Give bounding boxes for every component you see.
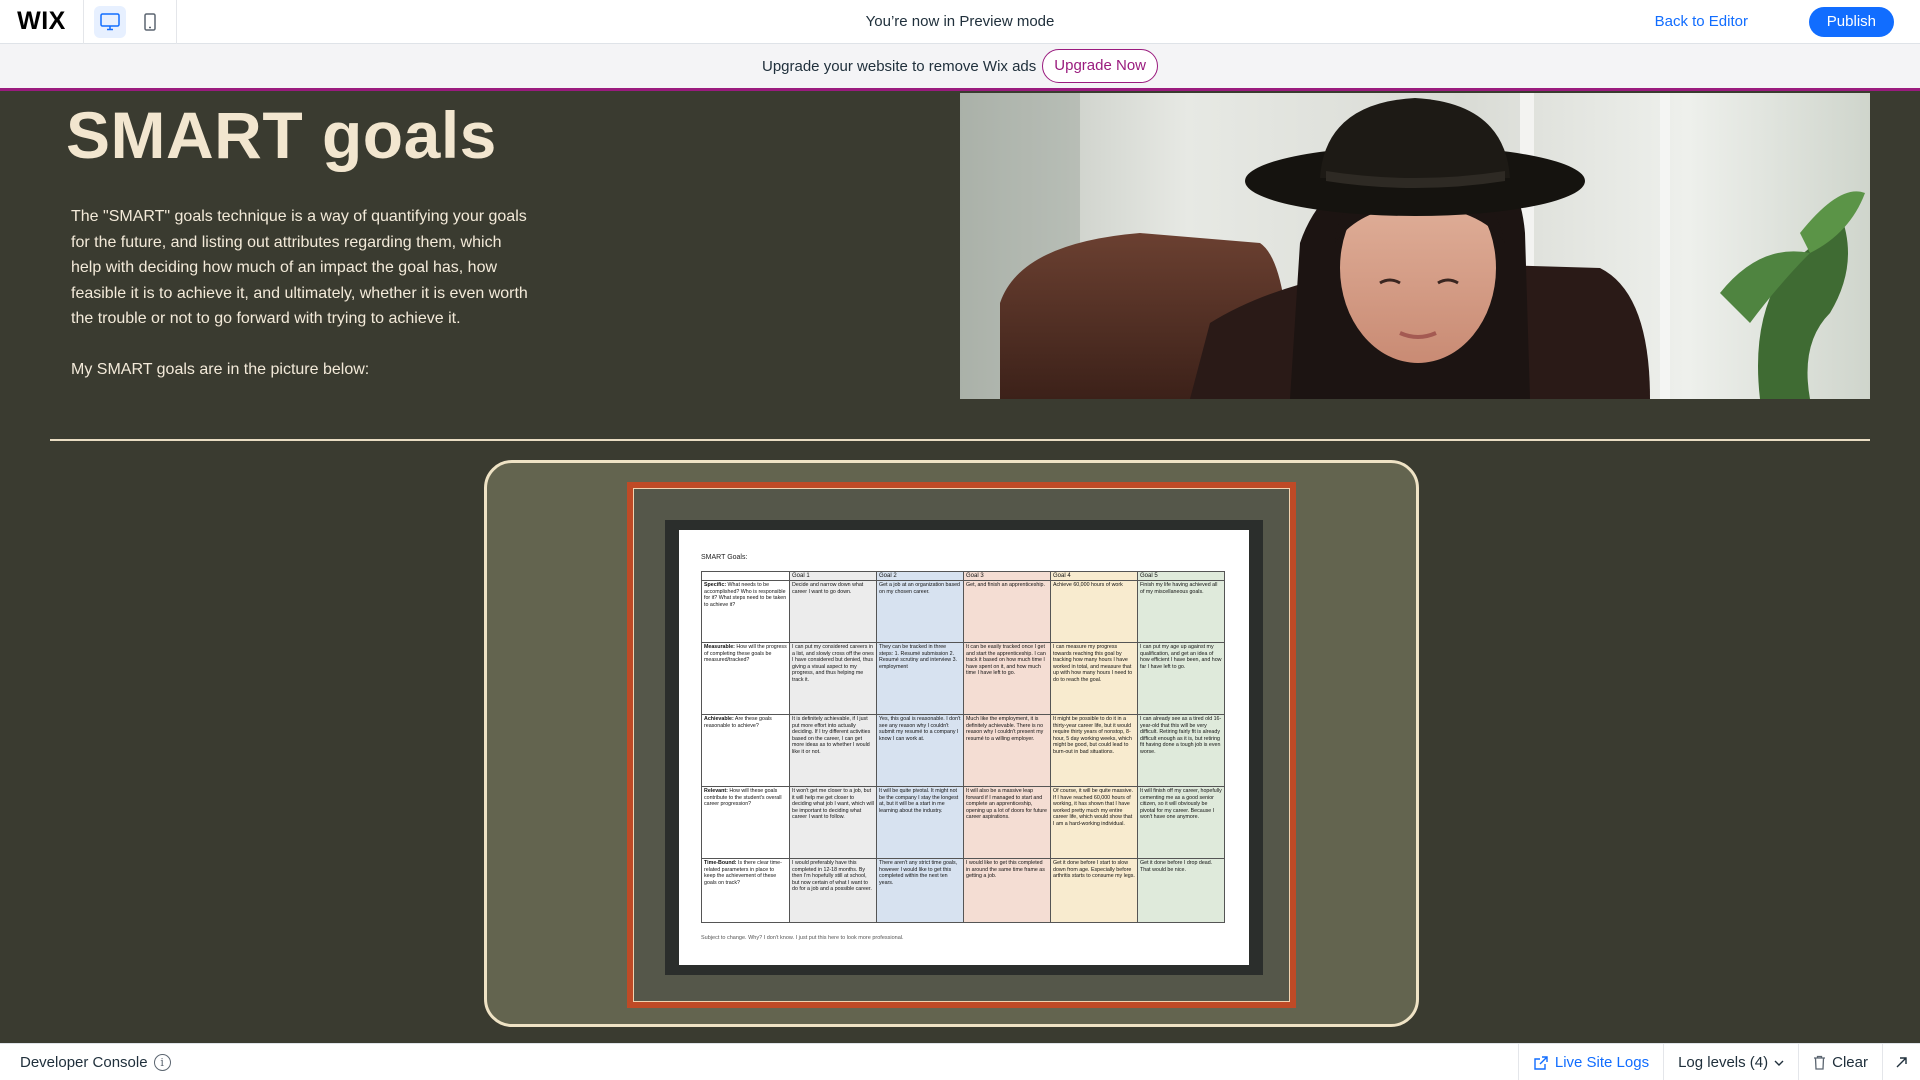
table-cell: Get it done before I drop dead. That wou… bbox=[1137, 858, 1225, 923]
table-cell: Finish my life having achieved all of my… bbox=[1137, 580, 1225, 643]
table-cell: They can be tracked in three steps: 1. R… bbox=[876, 642, 964, 715]
row-header-cell: Relevant: How will these goals contribut… bbox=[701, 786, 790, 859]
table-row: Measurable: How will the progress of com… bbox=[701, 642, 1225, 715]
table-header-cell: Goal 3 bbox=[963, 571, 1051, 581]
table-cell: Get it done before I start to slow down … bbox=[1050, 858, 1138, 923]
intro-paragraph: The "SMART" goals technique is a way of … bbox=[71, 208, 528, 328]
console-controls: Live Site Logs Log levels (4) Clear bbox=[1517, 1044, 1920, 1080]
table-cell: There aren't any strict time goals, howe… bbox=[876, 858, 964, 923]
table-cell: Achieve 60,000 hours of work bbox=[1050, 580, 1138, 643]
live-site-logs-button[interactable]: Live Site Logs bbox=[1517, 1044, 1663, 1080]
table-row: Specific: What needs to be accomplished?… bbox=[701, 580, 1225, 643]
back-to-editor-link[interactable]: Back to Editor bbox=[1655, 0, 1748, 44]
expand-icon bbox=[1896, 1057, 1907, 1068]
table-cell: Yes, this goal is reasonable. I don't se… bbox=[876, 714, 964, 787]
developer-console-title[interactable]: Developer Console bbox=[20, 1054, 148, 1071]
document-title: SMART Goals: bbox=[701, 554, 748, 561]
row-header-cell: Time-Bound: Is there clear time-related … bbox=[701, 858, 790, 923]
table-cell: It will finish off my career, hopefully … bbox=[1137, 786, 1225, 859]
upgrade-now-button[interactable]: Upgrade Now bbox=[1042, 49, 1158, 83]
page-scrollbar[interactable] bbox=[1912, 91, 1920, 1043]
live-site-logs-label: Live Site Logs bbox=[1554, 1054, 1650, 1071]
log-levels-label: Log levels (4) bbox=[1678, 1054, 1769, 1071]
table-row: Achievable: Are these goals reasonable t… bbox=[701, 714, 1225, 787]
table-cell: It is definitely achievable, if I just p… bbox=[789, 714, 877, 787]
table-header-cell: Goal 5 bbox=[1137, 571, 1225, 581]
clear-button[interactable]: Clear bbox=[1798, 1044, 1882, 1080]
developer-console-bar: Developer Console i Live Site Logs Log l… bbox=[0, 1043, 1920, 1080]
row-header-label: Measurable: bbox=[704, 644, 735, 650]
row-header-label: Specific: bbox=[704, 582, 727, 588]
table-header-cell bbox=[701, 571, 790, 581]
table-row: Time-Bound: Is there clear time-related … bbox=[701, 858, 1225, 923]
row-header-cell: Specific: What needs to be accomplished?… bbox=[701, 580, 790, 643]
table-cell: Get, and finish an apprenticeship. bbox=[963, 580, 1051, 643]
row-header-cell: Measurable: How will the progress of com… bbox=[701, 642, 790, 715]
table-cell: Of course, it will be quite massive. If … bbox=[1050, 786, 1138, 859]
table-cell: It might be possible to do it in a thirt… bbox=[1050, 714, 1138, 787]
table-header-cell: Goal 1 bbox=[789, 571, 877, 581]
table-cell: I can put my age up against my qualifica… bbox=[1137, 642, 1225, 715]
hero-photo bbox=[960, 93, 1870, 399]
desktop-icon bbox=[100, 12, 120, 30]
log-levels-dropdown[interactable]: Log levels (4) bbox=[1663, 1044, 1798, 1080]
preview-topbar: WIX You’re now in Preview mode Back to E… bbox=[0, 0, 1920, 44]
table-cell: I can put my considered careers in a lis… bbox=[789, 642, 877, 715]
table-cell: It can be easily tracked once I get and … bbox=[963, 642, 1051, 715]
row-header-label: Time-Bound: bbox=[704, 860, 737, 866]
woman-in-hat-image bbox=[960, 93, 1870, 399]
info-icon[interactable]: i bbox=[153, 1053, 171, 1071]
document-footnote: Subject to change. Why? I don't know. I … bbox=[701, 935, 904, 941]
external-link-icon bbox=[1534, 1055, 1548, 1070]
smart-goals-picture[interactable]: SMART Goals: Goal 1 Goal 2 Goal 3 Goal 4… bbox=[627, 482, 1296, 1008]
expand-console-button[interactable] bbox=[1882, 1044, 1920, 1080]
picture-screen: SMART Goals: Goal 1 Goal 2 Goal 3 Goal 4… bbox=[665, 520, 1263, 975]
upgrade-banner-text: Upgrade your website to remove Wix ads bbox=[761, 57, 1037, 75]
clear-label: Clear bbox=[1832, 1054, 1868, 1071]
table-cell: I can already see as a tired old 16-year… bbox=[1137, 714, 1225, 787]
table-cell: I would preferably have this completed i… bbox=[789, 858, 877, 923]
wix-logo[interactable]: WIX bbox=[0, 0, 84, 44]
table-cell: Decide and narrow down what career I wan… bbox=[789, 580, 877, 643]
table-header-cell: Goal 4 bbox=[1050, 571, 1138, 581]
table-cell: It will also be a massive leap forward i… bbox=[963, 786, 1051, 859]
smart-goals-table: Goal 1 Goal 2 Goal 3 Goal 4 Goal 5 Speci… bbox=[701, 571, 1225, 923]
row-header-cell: Achievable: Are these goals reasonable t… bbox=[701, 714, 790, 787]
chevron-down-icon bbox=[1774, 1060, 1784, 1066]
mobile-view-button[interactable] bbox=[134, 6, 166, 38]
desktop-view-button[interactable] bbox=[94, 5, 126, 38]
table-cell: It will be quite pivotal. It might not b… bbox=[876, 786, 964, 859]
page-title: SMART goals bbox=[66, 98, 497, 172]
table-header-cell: Goal 2 bbox=[876, 571, 964, 581]
trash-icon bbox=[1814, 1055, 1826, 1070]
mobile-icon bbox=[144, 12, 156, 31]
row-header-label: Relevant: bbox=[704, 788, 728, 794]
site-page: SMART goals The "SMART" goals technique … bbox=[0, 91, 1920, 1043]
preview-mode-label: You’re now in Preview mode bbox=[865, 13, 1055, 30]
table-row: Relevant: How will these goals contribut… bbox=[701, 786, 1225, 859]
smart-goals-document: SMART Goals: Goal 1 Goal 2 Goal 3 Goal 4… bbox=[679, 530, 1249, 965]
upgrade-banner: Upgrade your website to remove Wix ads U… bbox=[0, 44, 1920, 91]
section-divider bbox=[50, 439, 1870, 441]
row-header-label: Achievable: bbox=[704, 716, 734, 722]
picture-mat: SMART Goals: Goal 1 Goal 2 Goal 3 Goal 4… bbox=[633, 488, 1290, 1002]
table-cell: It won't get me closer to a job, but it … bbox=[789, 786, 877, 859]
device-switcher bbox=[84, 0, 177, 44]
table-cell: I can measure my progress towards reachi… bbox=[1050, 642, 1138, 715]
publish-button[interactable]: Publish bbox=[1808, 7, 1894, 37]
table-cell: Get a job at an organization based on my… bbox=[876, 580, 964, 643]
table-cell: I would like to get this completed in ar… bbox=[963, 858, 1051, 923]
table-cell: Much like the employment, it is definite… bbox=[963, 714, 1051, 787]
intro-note: My SMART goals are in the picture below: bbox=[71, 361, 370, 378]
table-header-row: Goal 1 Goal 2 Goal 3 Goal 4 Goal 5 bbox=[701, 571, 1225, 581]
